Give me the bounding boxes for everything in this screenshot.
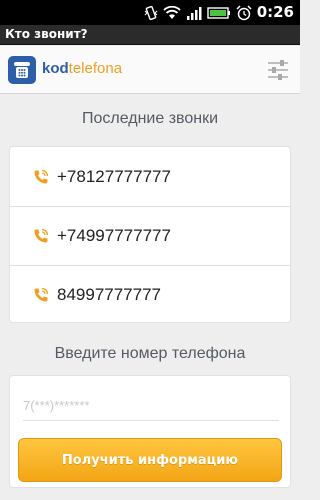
recent-call-number: 84997777777	[57, 285, 162, 304]
phone-icon	[34, 287, 49, 302]
window-title: Кто звонит?	[5, 27, 88, 41]
status-bar: 0:26	[0, 0, 300, 25]
recent-call-number: +74997777777	[57, 226, 171, 245]
logo-phone-icon	[8, 56, 36, 84]
logo-part-kod: kod	[42, 60, 69, 77]
recent-call-number: +78127777777	[57, 166, 171, 186]
battery-icon	[207, 6, 230, 19]
recent-calls-heading: Последние звонки	[81, 110, 219, 127]
recent-call-item[interactable]: 84997777777	[10, 265, 290, 324]
wifi-icon	[163, 5, 181, 19]
phone-icon	[34, 228, 49, 243]
enter-number-heading: Введите номер телефона	[54, 345, 246, 362]
alarm-icon	[236, 4, 252, 20]
status-icons	[144, 4, 252, 21]
title-bar: Кто звонит?	[0, 25, 300, 45]
app-header: kodtelefona	[0, 46, 300, 94]
recent-call-item[interactable]: +78127777777	[10, 147, 290, 206]
logo-wordmark: kodtelefona	[42, 60, 122, 77]
phone-number-input[interactable]	[23, 391, 279, 421]
recent-call-item[interactable]: +74997777777	[10, 206, 290, 265]
vibrate-icon	[144, 5, 158, 20]
settings-sliders-icon[interactable]	[266, 58, 290, 82]
phone-icon	[34, 169, 49, 183]
logo-part-telefona: telefona	[68, 60, 123, 77]
status-time: 0:26	[256, 3, 294, 21]
get-info-button[interactable]: Получить информацию	[18, 438, 282, 482]
lookup-card: Получить информацию	[9, 375, 291, 488]
recent-calls-list: +78127777777 +74997777777 84997777777	[9, 146, 291, 323]
signal-icon	[187, 6, 202, 20]
